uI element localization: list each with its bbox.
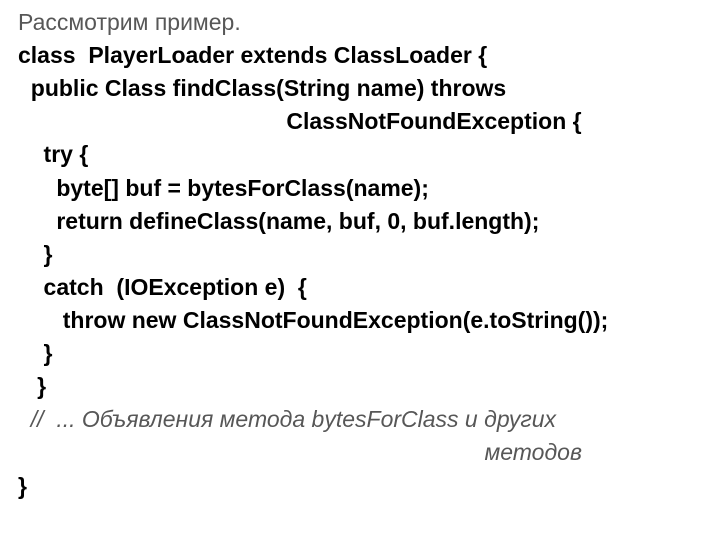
code-comment-1: // ... Объявления метода bytesForClass и…: [18, 403, 710, 436]
code-line-8: catch (IOException e) {: [18, 271, 710, 304]
code-comment-2: методов: [18, 436, 710, 469]
code-slide: Рассмотрим пример. class PlayerLoader ex…: [0, 0, 720, 513]
code-line-11: }: [18, 370, 710, 403]
code-line-6: return defineClass(name, buf, 0, buf.len…: [18, 205, 710, 238]
code-line-7: }: [18, 238, 710, 271]
code-line-12: }: [18, 470, 710, 503]
code-line-1: class PlayerLoader extends ClassLoader {: [18, 39, 710, 72]
code-line-3: ClassNotFoundException {: [18, 105, 710, 138]
code-line-10: }: [18, 337, 710, 370]
code-line-4: try {: [18, 138, 710, 171]
code-line-9: throw new ClassNotFoundException(e.toStr…: [18, 304, 710, 337]
code-line-2: public Class findClass(String name) thro…: [18, 72, 710, 105]
code-line-5: byte[] buf = bytesForClass(name);: [18, 172, 710, 205]
intro-text: Рассмотрим пример.: [18, 6, 710, 39]
